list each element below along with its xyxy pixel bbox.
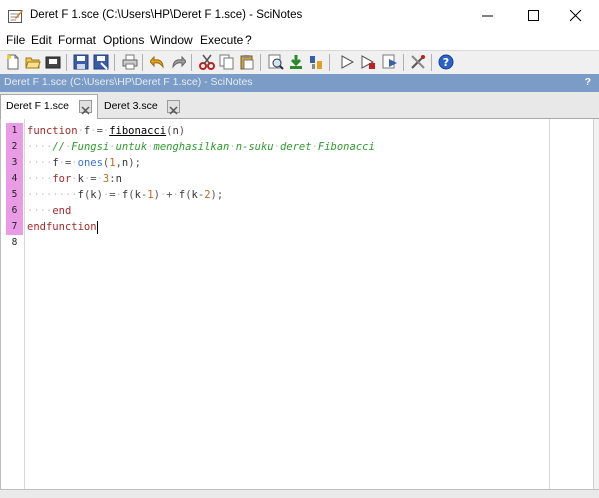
undo-icon[interactable] [150,54,166,70]
line-number: 7 [6,219,23,235]
help-icon[interactable]: ? [438,54,454,70]
close-icon [169,106,178,115]
code-line: ····//·Fungsi·untuk·menghasilkan·n-suku·… [27,141,375,153]
code-line: ····for·k·=·3:n [27,173,122,185]
open-file-icon[interactable] [25,54,41,70]
show-variables-icon[interactable] [382,54,398,70]
line-number: 3 [6,155,23,171]
paste-icon[interactable] [239,54,255,70]
minimize-button[interactable] [465,0,511,32]
line-number: 1 [6,123,23,139]
close-icon [570,10,582,22]
load-icon[interactable] [308,54,324,70]
right-margin-guide [549,119,550,489]
menu-file[interactable]: File [6,33,25,47]
execute-icon[interactable] [339,54,355,70]
vertical-scrollbar[interactable] [593,119,599,489]
save-icon[interactable] [73,54,89,70]
maximize-icon [528,10,539,21]
line-number: 6 [6,203,23,219]
minimize-icon [482,15,493,17]
menu-execute[interactable]: Execute [200,33,243,47]
menu-window[interactable]: Window [150,33,193,47]
close-icon [81,106,90,115]
line-number-gutter: 1 2 3 4 5 6 7 8 [6,123,23,251]
toolbar: ? [0,50,599,75]
menu-options[interactable]: Options [103,33,144,47]
tab-close-button[interactable] [167,100,180,115]
line-number: 2 [6,139,23,155]
tab-label: Deret 3.sce [104,100,158,112]
settings-icon[interactable] [410,54,426,70]
document-path: Deret F 1.sce (C:\Users\HP\Deret F 1.sce… [4,76,253,88]
line-number: 8 [11,237,18,248]
save-as-icon[interactable] [93,54,109,70]
path-help-button[interactable]: ? [585,76,591,88]
save-and-execute-icon[interactable] [288,54,304,70]
menu-bar: File Edit Format Options Window Execute … [0,32,599,50]
close-button[interactable] [553,0,599,32]
tab-label: Deret F 1.sce [6,100,70,112]
scinotes-icon [8,10,23,23]
code-area[interactable]: function·f·=·fibonacci(n) ····//·Fungsi·… [27,123,375,251]
window-title: Deret F 1.sce (C:\Users\HP\Deret F 1.sce… [30,9,303,21]
code-line: ····end [27,205,72,217]
code-line: endfunction [27,220,98,234]
find-icon[interactable] [268,54,284,70]
tab-strip: Deret F 1.sce Deret 3.sce [0,92,599,119]
code-line: function·f·=·fibonacci(n) [27,125,186,137]
execute-until-icon[interactable] [360,54,376,70]
title-bar: Deret F 1.sce (C:\Users\HP\Deret F 1.sce… [0,0,599,32]
maximize-button[interactable] [511,0,557,32]
print-icon[interactable] [122,54,138,70]
tab-close-button[interactable] [79,100,92,115]
menu-edit[interactable]: Edit [31,33,52,47]
menu-help[interactable]: ? [245,33,252,47]
line-number: 5 [6,187,23,203]
code-line: ····f·=·ones(1,n); [27,157,141,169]
new-file-icon[interactable] [5,54,21,70]
cut-icon[interactable] [199,54,215,70]
document-path-bar: Deret F 1.sce (C:\Users\HP\Deret F 1.sce… [0,74,599,92]
copy-icon[interactable] [219,54,235,70]
code-editor[interactable]: 1 2 3 4 5 6 7 8 function·f·=·fibonacci(n… [0,119,594,489]
menu-format[interactable]: Format [58,33,96,47]
code-line: ········f(k)·=·f(k-1)·+·f(k-2); [27,189,224,201]
tab-deret-f1[interactable]: Deret F 1.sce [0,94,98,119]
redo-icon[interactable] [170,54,186,70]
svg-text:?: ? [443,56,449,69]
text-caret [96,220,98,234]
line-number: 4 [6,171,23,187]
tab-deret-3[interactable]: Deret 3.sce [99,95,187,118]
open-folder-icon[interactable] [45,54,61,70]
